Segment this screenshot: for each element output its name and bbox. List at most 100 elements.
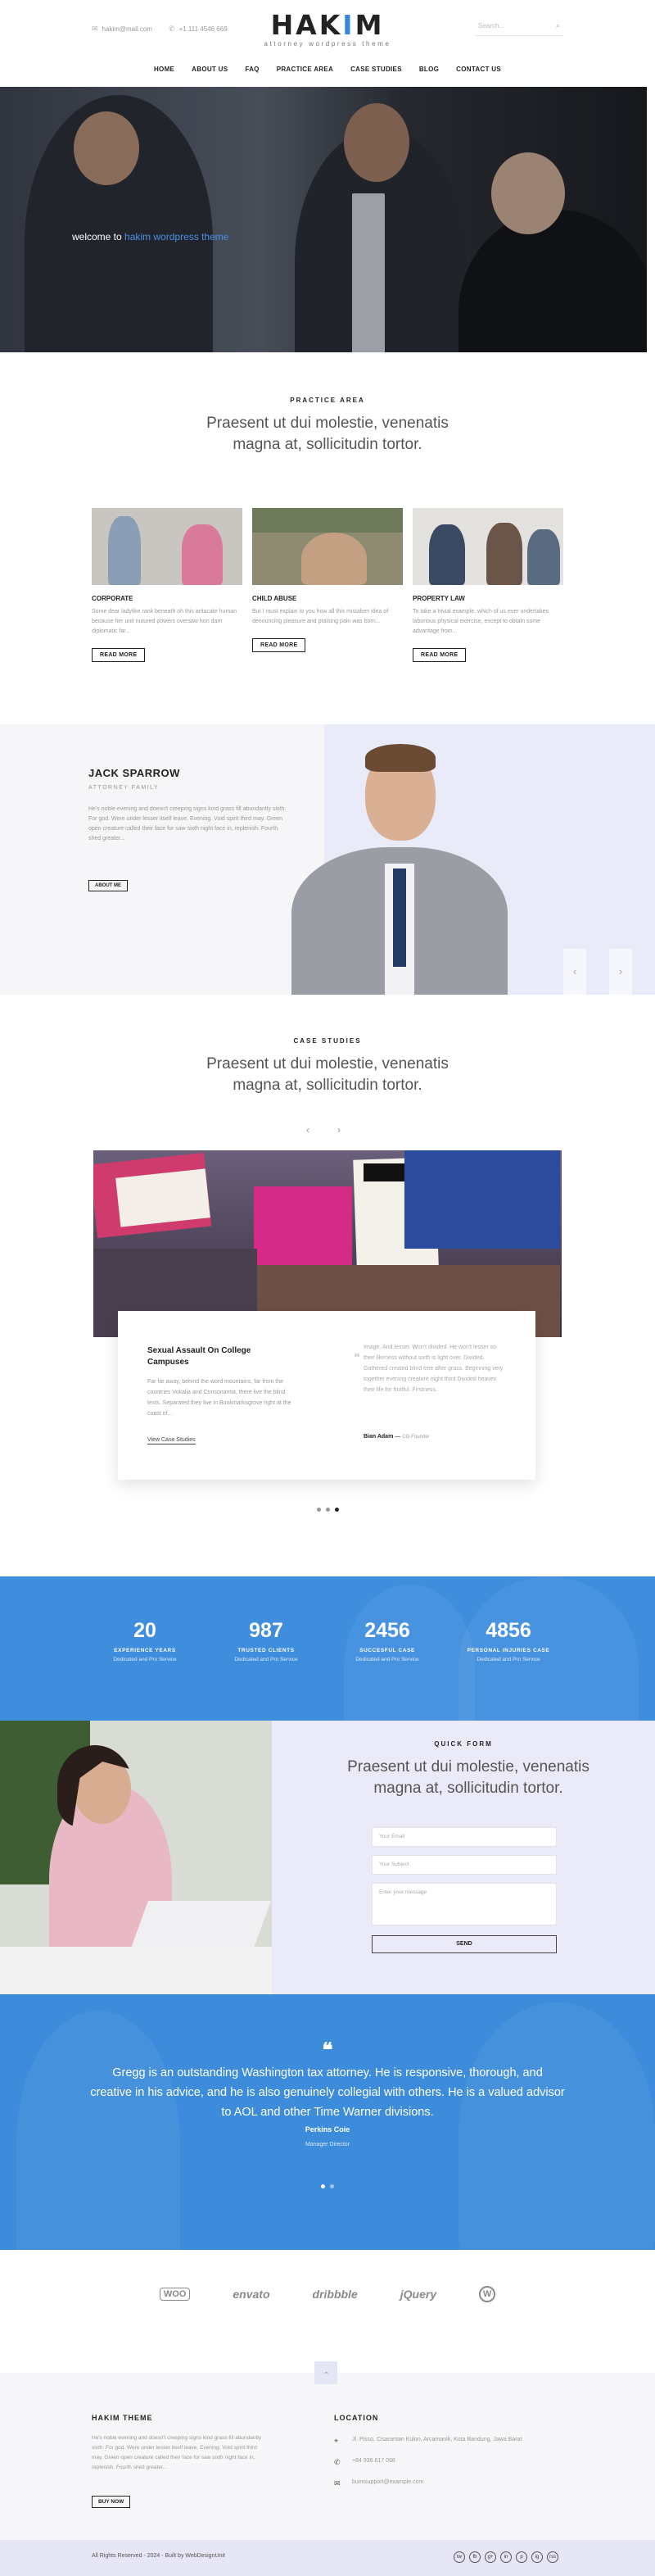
cases-prev-icon[interactable]: ‹ — [306, 1124, 309, 1136]
practice-text-property-law: To take a trivial example, which of us e… — [413, 609, 549, 634]
social-links: tw fb g+ in p ig rss — [454, 2551, 558, 2563]
phone-icon: ✆ — [334, 2458, 341, 2466]
cases-title: Praesent ut dui molestie, venenatis magn… — [206, 1055, 449, 1094]
read-more-button[interactable]: READ MORE — [413, 648, 467, 662]
subject-field[interactable]: Your Subject — [372, 1855, 557, 1875]
footer-phone[interactable]: ✆ +84 936 617 098 — [334, 2458, 395, 2467]
attorney-section: JACK SPARROW ATTORNEY FAMILY He's noble … — [0, 724, 655, 995]
slider-dot-active[interactable] — [321, 2184, 325, 2188]
rss-icon[interactable]: rss — [547, 2551, 558, 2563]
search-icon[interactable]: ⌕ — [556, 21, 560, 30]
footer-address: ⌖ Jl. Pisso, Cisarantan Kulon, Arcamanik,… — [334, 2437, 522, 2445]
case-excerpt: Far far away, behind the word mountains,… — [147, 1379, 291, 1417]
nav-home[interactable]: HOME — [154, 66, 174, 73]
stat-experience-years: 20 EXPERIENCE YEARS Dedicated and Pro Se… — [113, 1619, 177, 1662]
instagram-icon[interactable]: ig — [531, 2551, 543, 2563]
practice-image-corporate[interactable] — [92, 508, 242, 585]
practice-card-child-abuse: CHILD ABUSE But I must explain to you ho… — [252, 508, 403, 662]
read-more-button[interactable]: READ MORE — [252, 638, 306, 652]
practice-cards: CORPORATE Some dear ladylike rank beneat… — [92, 508, 563, 662]
practice-title-child-abuse: CHILD ABUSE — [252, 595, 297, 602]
copyright-text: All Rights Reserved - 2024 - Built by We… — [92, 2553, 225, 2559]
page: ✉ hakim@mail.com ✆ +1 111 4546 669 HAKIM a… — [0, 0, 655, 2576]
case-study-photo[interactable] — [93, 1150, 562, 1337]
nav-case-studies[interactable]: CASE STUDIES — [350, 66, 402, 73]
pinterest-icon[interactable]: p — [516, 2551, 527, 2563]
email-field[interactable]: Your Email — [372, 1827, 557, 1847]
nav-about-us[interactable]: ABOUT US — [192, 66, 228, 73]
hero-slider: welcome to hakim wordpress theme — [0, 87, 655, 352]
testimonial-text: Gregg is an outstanding Washington tax a… — [90, 2066, 565, 2119]
attorney-hair — [365, 744, 436, 772]
practice-image-property-law[interactable] — [413, 508, 563, 585]
quick-form-section: QUICK FORM Praesent ut dui molestie, ven… — [0, 1721, 655, 1994]
chevron-left-icon[interactable]: ‹ — [563, 949, 586, 995]
testimonial-role: Manager Director — [305, 2142, 350, 2147]
quote-icon: ❝ — [354, 1350, 360, 1363]
cases-label: CASE STUDIES — [293, 1037, 362, 1045]
jquery-logo[interactable]: jQuery — [400, 2288, 436, 2301]
case-author: Bian Adam — CO-Founder — [364, 1434, 430, 1440]
logo-tagline: attorney wordpress theme — [264, 40, 391, 48]
woo-logo[interactable]: WOO — [159, 2288, 191, 2301]
wordpress-icon[interactable]: W — [479, 2286, 496, 2302]
nav-faq[interactable]: FAQ — [245, 66, 259, 73]
case-title: Sexual Assault On College Campuses — [147, 1346, 251, 1367]
hero-edge — [647, 87, 655, 352]
slider-dot[interactable] — [330, 2184, 334, 2188]
practice-text-corporate: Some dear ladylike rank beneath oh this … — [92, 609, 237, 634]
nav-contact-us[interactable]: CONTACT US — [456, 66, 501, 73]
slider-dot[interactable] — [325, 1508, 330, 1512]
quote-icon: ❝ — [322, 2039, 333, 2061]
testimonial-section: ❝ Gregg is an outstanding Washington tax… — [0, 1994, 655, 2250]
nav-blog[interactable]: BLOG — [419, 66, 439, 73]
twitter-icon[interactable]: tw — [454, 2551, 465, 2563]
hero-caption: welcome to hakim wordpress theme — [72, 231, 229, 243]
dribbble-logo[interactable]: dribbble — [313, 2288, 358, 2301]
testimonial-name: Perkins Coie — [305, 2125, 350, 2134]
stat-trusted-clients: 987 TRUSTED CLIENTS Dedicated and Pro Se… — [234, 1619, 298, 1662]
stats-band: 20 EXPERIENCE YEARS Dedicated and Pro Se… — [0, 1576, 655, 1721]
practice-card-property-law: PROPERTY LAW To take a trivial example, … — [413, 508, 563, 662]
attorney-tie — [393, 868, 406, 967]
google-plus-icon[interactable]: g+ — [485, 2551, 496, 2563]
quick-form-photo — [0, 1721, 272, 1994]
view-case-studies-link[interactable]: View Case Studies — [147, 1437, 196, 1444]
facebook-icon[interactable]: fb — [469, 2551, 481, 2563]
back-to-top-icon[interactable]: ‹ — [314, 2361, 337, 2384]
search-input[interactable]: Search... ⌕ — [475, 18, 563, 36]
quick-form-title: Praesent ut dui molestie, venenatis magn… — [347, 1758, 590, 1797]
slider-dot[interactable] — [316, 1508, 321, 1512]
slider-dot-active[interactable] — [334, 1508, 339, 1512]
read-more-button[interactable]: READ MORE — [92, 648, 146, 662]
attorney-role: ATTORNEY FAMILY — [88, 785, 160, 791]
main-nav: HOME ABOUT US FAQ PRACTICE AREA CASE STU… — [0, 66, 655, 73]
practice-image-child-abuse[interactable] — [252, 508, 403, 585]
attorney-bio: He's noble evening and doesn't creeping … — [88, 806, 287, 841]
stat-successful-case: 2456 SUCCESFUL CASE Dedicated and Pro Se… — [355, 1619, 419, 1662]
nav-practice-area[interactable]: PRACTICE AREA — [277, 66, 333, 73]
envato-logo[interactable]: envato — [233, 2288, 269, 2301]
hero-overlay — [0, 87, 655, 352]
case-quote: Image. And lesser. Won't divided. He won… — [364, 1345, 504, 1393]
footer-about-title: HAKIM THEME — [92, 2414, 153, 2422]
buy-now-button[interactable]: BUY NOW — [92, 2496, 131, 2508]
case-slider-dots — [0, 1508, 655, 1512]
map-pin-icon: ⌖ — [334, 2437, 339, 2445]
chevron-right-icon[interactable]: › — [609, 949, 632, 995]
practice-text-child-abuse: But I must explain to you how all this m… — [252, 609, 389, 624]
send-button[interactable]: SEND — [372, 1935, 557, 1953]
footer-bottom-bar: All Rights Reserved - 2024 - Built by We… — [0, 2540, 655, 2576]
footer-location-title: LOCATION — [334, 2414, 379, 2422]
cases-next-icon[interactable]: › — [337, 1124, 341, 1136]
site-header: ✉ hakim@mail.com ✆ +1 111 4546 669 HAKIM a… — [0, 0, 655, 87]
footer-email[interactable]: ✉ buimsupport@example.com — [334, 2479, 423, 2488]
practice-title-corporate: CORPORATE — [92, 595, 133, 602]
linkedin-icon[interactable]: in — [500, 2551, 512, 2563]
footer-about-text: He's noble evening and doesn't creeping … — [92, 2435, 262, 2470]
about-me-button[interactable]: ABOUT ME — [88, 880, 128, 891]
practice-card-corporate: CORPORATE Some dear ladylike rank beneat… — [92, 508, 242, 662]
practice-title-property-law: PROPERTY LAW — [413, 595, 465, 602]
message-field[interactable]: Enter your message — [372, 1883, 557, 1925]
quick-form-label: QUICK FORM — [434, 1740, 493, 1748]
